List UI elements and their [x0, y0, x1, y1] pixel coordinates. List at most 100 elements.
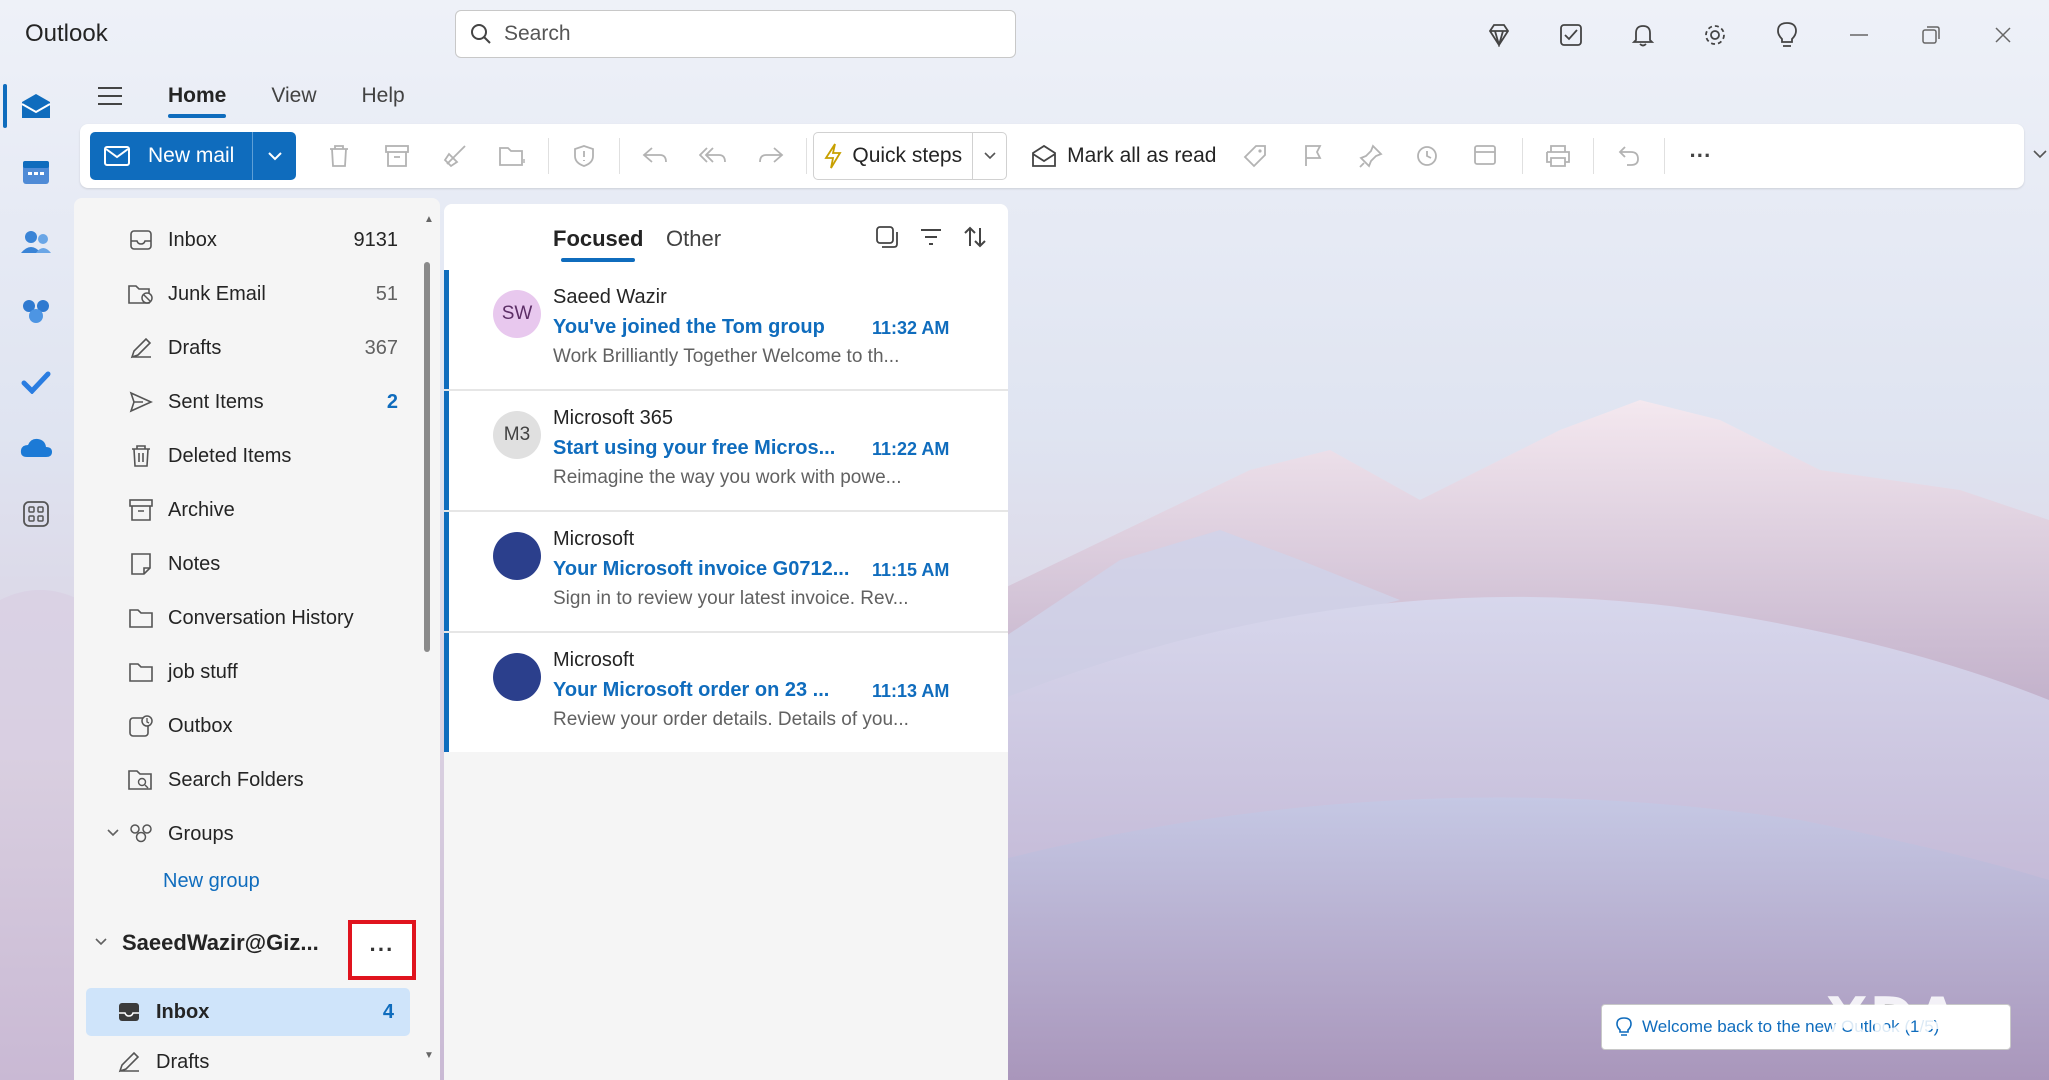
- sort-icon[interactable]: [962, 224, 988, 255]
- undo-icon[interactable]: [1600, 132, 1658, 180]
- tab-home[interactable]: Home: [168, 76, 227, 118]
- filter-icon[interactable]: [918, 224, 944, 255]
- account-name: SaeedWazir@Giz...: [122, 930, 319, 955]
- new-mail-label: New mail: [148, 144, 235, 167]
- forward-icon[interactable]: [742, 132, 800, 180]
- folder-label: Inbox: [156, 1000, 210, 1023]
- move-to-folder-icon[interactable]: [484, 132, 542, 180]
- folder-inbox[interactable]: Inbox 9131: [86, 216, 414, 264]
- todo-check-icon[interactable]: [16, 362, 56, 402]
- my-day-icon[interactable]: [1535, 14, 1607, 56]
- reply-all-icon[interactable]: [684, 132, 742, 180]
- close-icon[interactable]: [1967, 14, 2039, 56]
- message-item[interactable]: Microsoft Your Microsoft order on 23 ...…: [444, 633, 1008, 752]
- drafts-icon: [126, 333, 156, 363]
- folder-label: Outbox: [168, 714, 233, 737]
- message-time: 11:15 AM: [872, 560, 950, 580]
- folder-label: Junk Email: [168, 282, 266, 305]
- sweep-broom-icon[interactable]: [426, 132, 484, 180]
- premium-diamond-icon[interactable]: [1463, 14, 1535, 56]
- scroll-down-arrow-icon[interactable]: ▼: [424, 1050, 434, 1061]
- restore-icon[interactable]: [1895, 14, 1967, 56]
- folder-label: Drafts: [156, 1050, 210, 1073]
- tab-other[interactable]: Other: [666, 226, 721, 252]
- list-header-actions: [874, 224, 988, 255]
- ribbon-separator: [806, 138, 808, 174]
- more-options-icon[interactable]: ···: [1671, 132, 1729, 180]
- search-input[interactable]: [504, 22, 984, 46]
- sender-avatar: [493, 532, 541, 580]
- account-folder-inbox[interactable]: Inbox 4: [86, 988, 410, 1036]
- snooze-clock-icon[interactable]: [1400, 132, 1458, 180]
- message-preview: Reimagine the way you work with powe...: [553, 467, 902, 488]
- folder-label: Archive: [168, 498, 235, 521]
- message-item[interactable]: SW Saeed Wazir You've joined the Tom gro…: [444, 270, 1008, 389]
- tab-help[interactable]: Help: [362, 76, 405, 116]
- minimize-icon[interactable]: [1823, 14, 1895, 56]
- folder-deleted-items[interactable]: Deleted Items: [86, 432, 414, 480]
- onedrive-cloud-icon[interactable]: [16, 428, 56, 468]
- archive-icon[interactable]: [368, 132, 426, 180]
- tab-focused[interactable]: Focused: [553, 226, 643, 262]
- settings-gear-icon[interactable]: [1679, 14, 1751, 56]
- folder-drafts[interactable]: Drafts 367: [86, 324, 414, 372]
- tips-lightbulb-icon[interactable]: [1751, 14, 1823, 56]
- delete-icon[interactable]: [310, 132, 368, 180]
- folder-notes[interactable]: Notes: [86, 540, 414, 588]
- rail-selection-indicator: [3, 84, 7, 128]
- mark-all-read-button[interactable]: Mark all as read: [1021, 132, 1226, 180]
- item-count: 367: [364, 336, 398, 359]
- folder-label: Notes: [168, 552, 221, 575]
- folder-job-stuff[interactable]: job stuff: [86, 648, 414, 696]
- message-sender: Saeed Wazir: [553, 286, 667, 308]
- message-time: 11:22 AM: [872, 439, 950, 459]
- groups-section[interactable]: Groups: [86, 810, 414, 858]
- select-checkbox-icon[interactable]: [874, 224, 900, 255]
- account-folder-drafts[interactable]: Drafts: [86, 1044, 414, 1080]
- people-icon[interactable]: [16, 222, 56, 262]
- pin-icon[interactable]: [1342, 132, 1400, 180]
- calendar-icon[interactable]: [16, 152, 56, 192]
- message-item[interactable]: M3 Microsoft 365 Start using your free M…: [444, 391, 1008, 510]
- chevron-down-icon[interactable]: [106, 825, 120, 843]
- reply-icon[interactable]: [626, 132, 684, 180]
- ribbon-expand-chevron-icon[interactable]: [2032, 146, 2048, 164]
- quick-steps-button[interactable]: Quick steps: [813, 132, 1008, 180]
- print-icon[interactable]: [1529, 132, 1587, 180]
- message-item[interactable]: Microsoft Your Microsoft invoice G0712..…: [444, 512, 1008, 631]
- folder-outbox[interactable]: Outbox: [86, 702, 414, 750]
- folder-label: Conversation History: [168, 606, 354, 629]
- more-apps-icon[interactable]: [16, 494, 56, 534]
- message-sender: Microsoft: [553, 649, 635, 671]
- flag-icon[interactable]: [1284, 132, 1342, 180]
- tab-view[interactable]: View: [271, 76, 316, 116]
- rules-icon[interactable]: [1458, 132, 1516, 180]
- tag-icon[interactable]: [1226, 132, 1284, 180]
- folder-pane-scrollbar[interactable]: [424, 262, 430, 652]
- new-group-link[interactable]: New group: [163, 870, 260, 893]
- chevron-down-icon[interactable]: [94, 934, 108, 952]
- message-time: 11:13 AM: [872, 681, 950, 701]
- hamburger-menu-icon[interactable]: [80, 86, 140, 106]
- drafts-icon: [114, 1047, 144, 1077]
- groups-icon[interactable]: [16, 292, 56, 332]
- scroll-up-arrow-icon[interactable]: ▲: [424, 214, 434, 225]
- inbox-icon: [126, 225, 156, 255]
- new-mail-button[interactable]: New mail: [90, 132, 252, 180]
- new-mail-split-button: New mail: [90, 132, 297, 180]
- folder-conversation-history[interactable]: Conversation History: [86, 594, 414, 642]
- ribbon-separator: [548, 138, 550, 174]
- title-bar: Outlook: [0, 0, 2049, 70]
- notifications-bell-icon[interactable]: [1607, 14, 1679, 56]
- ribbon-separator: [1664, 138, 1666, 174]
- folder-junk-email[interactable]: Junk Email 51: [86, 270, 414, 318]
- quick-steps-dropdown[interactable]: [972, 133, 1006, 179]
- account-more-options-button[interactable]: ···: [348, 920, 416, 980]
- search-box[interactable]: [455, 10, 1016, 58]
- new-mail-dropdown[interactable]: [252, 132, 296, 180]
- folder-sent-items[interactable]: Sent Items 2: [86, 378, 414, 426]
- folder-search-folders[interactable]: Search Folders: [86, 756, 414, 804]
- mail-icon[interactable]: [16, 86, 56, 126]
- folder-archive[interactable]: Archive: [86, 486, 414, 534]
- report-shield-icon[interactable]: [555, 132, 613, 180]
